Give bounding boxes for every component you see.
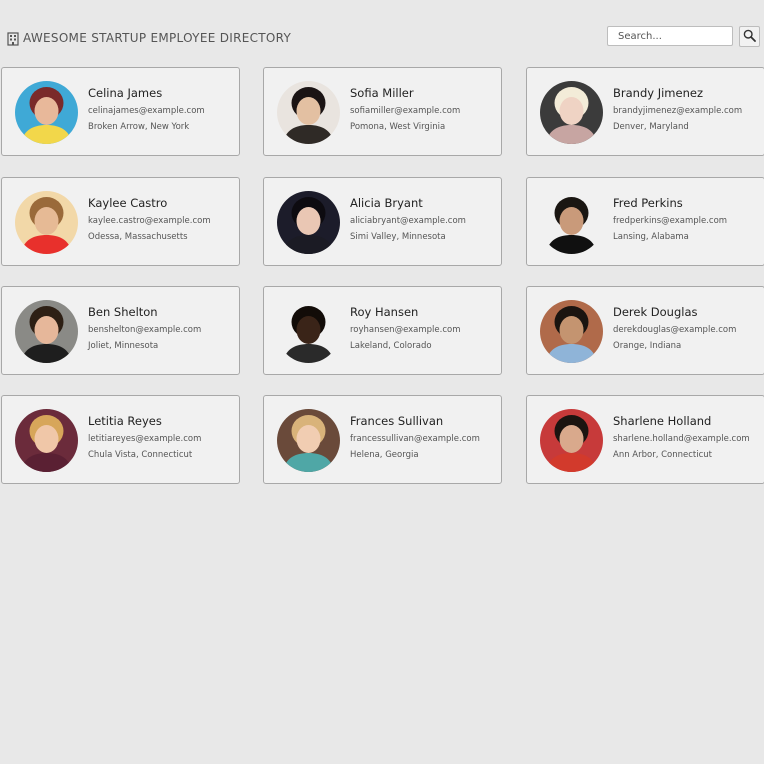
employee-card[interactable]: Ben Shelton benshelton@example.com Joliet,… — [1, 286, 240, 375]
avatar — [277, 81, 340, 144]
employee-location: Chula Vista, Connecticut — [88, 450, 193, 460]
avatar — [540, 191, 603, 254]
employee-card[interactable]: Derek Douglas derekdouglas@example.com Ora… — [526, 286, 764, 375]
employee-location: Broken Arrow, New York — [88, 122, 190, 132]
employee-card[interactable]: Sharlene Holland sharlene.holland@example… — [526, 395, 764, 484]
title-group: Awesome Startup Employee Directory — [7, 31, 292, 46]
avatar — [15, 300, 78, 363]
avatar — [277, 409, 340, 472]
employee-location: Orange, Indiana — [613, 341, 682, 351]
employee-location: Pomona, West Virginia — [350, 122, 446, 132]
employee-location: Helena, Georgia — [350, 450, 419, 460]
employee-location: Ann Arbor, Connecticut — [613, 450, 712, 460]
employee-email: benshelton@example.com — [88, 325, 202, 335]
employee-card[interactable]: Letitia Reyes letitiareyes@example.com Chu… — [1, 395, 240, 484]
employee-card[interactable]: Kaylee Castro kaylee.castro@example.com Od… — [1, 177, 240, 266]
employee-name: Ben Shelton — [88, 305, 158, 319]
employee-card[interactable]: Sofia Miller sofiamiller@example.com Pomon… — [263, 67, 502, 156]
employee-email: brandyjimenez@example.com — [613, 106, 743, 116]
employee-location: Denver, Maryland — [613, 122, 689, 132]
header: Awesome Startup Employee Directory — [0, 0, 764, 60]
employee-name: Derek Douglas — [613, 305, 698, 319]
avatar — [15, 81, 78, 144]
employee-email: derekdouglas@example.com — [613, 325, 737, 335]
employee-location: Lansing, Alabama — [613, 232, 689, 242]
employee-email: aliciabryant@example.com — [350, 216, 466, 226]
employee-name: Frances Sullivan — [350, 414, 444, 428]
employee-card[interactable]: Roy Hansen royhansen@example.com Lakeland,… — [263, 286, 502, 375]
avatar — [15, 409, 78, 472]
employee-card[interactable]: Frances Sullivan francessullivan@example.… — [263, 395, 502, 484]
search-input[interactable] — [607, 26, 733, 46]
employee-email: royhansen@example.com — [350, 325, 461, 335]
page-title: Awesome Startup Employee Directory — [23, 31, 292, 45]
employee-email: celinajames@example.com — [88, 106, 205, 116]
employee-name: Sofia Miller — [350, 86, 414, 100]
employee-email: fredperkins@example.com — [613, 216, 728, 226]
employee-name: Kaylee Castro — [88, 196, 168, 210]
avatar — [540, 81, 603, 144]
employee-email: francessullivan@example.com — [350, 434, 480, 444]
employee-location: Odessa, Massachusetts — [88, 232, 188, 242]
employee-card[interactable]: Alicia Bryant aliciabryant@example.com Sim… — [263, 177, 502, 266]
employee-email: sofiamiller@example.com — [350, 106, 461, 116]
employee-email: sharlene.holland@example.com — [613, 434, 750, 444]
employee-name: Alicia Bryant — [350, 196, 423, 210]
employee-name: Brandy Jimenez — [613, 86, 703, 100]
avatar — [277, 191, 340, 254]
employee-name: Letitia Reyes — [88, 414, 162, 428]
employee-name: Sharlene Holland — [613, 414, 712, 428]
avatar — [15, 191, 78, 254]
employee-name: Celina James — [88, 86, 163, 100]
search-button[interactable] — [739, 26, 760, 47]
employee-location: Simi Valley, Minnesota — [350, 232, 446, 242]
employee-name: Fred Perkins — [613, 196, 683, 210]
employee-card[interactable]: Fred Perkins fredperkins@example.com Lansi… — [526, 177, 764, 266]
avatar — [277, 300, 340, 363]
employee-email: kaylee.castro@example.com — [88, 216, 211, 226]
employee-card[interactable]: Celina James celinajames@example.com Broke… — [1, 67, 240, 156]
magnifier-icon — [743, 29, 756, 45]
employee-email: letitiareyes@example.com — [88, 434, 202, 444]
employee-name: Roy Hansen — [350, 305, 419, 319]
avatar — [540, 300, 603, 363]
employee-location: Joliet, Minnesota — [88, 341, 159, 351]
building-icon — [7, 31, 19, 46]
avatar — [540, 409, 603, 472]
employee-location: Lakeland, Colorado — [350, 341, 432, 351]
employee-card[interactable]: Brandy Jimenez brandyjimenez@example.com D… — [526, 67, 764, 156]
